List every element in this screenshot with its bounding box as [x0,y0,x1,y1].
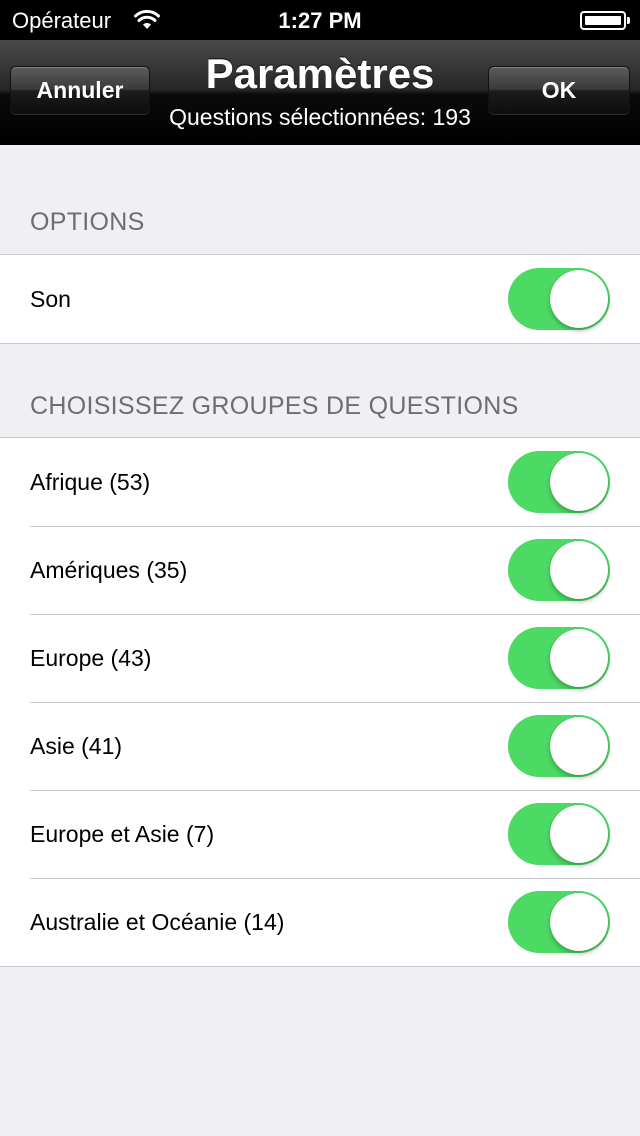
options-section-header: OPTIONS [30,208,145,236]
battery-icon [580,11,630,30]
toggle-knob [550,717,608,775]
toggle-knob [550,629,608,687]
group-label-ameriques: Amériques (35) [30,557,188,583]
toggle-australie-oceanie[interactable] [508,891,610,953]
list-item: Asie (41) [0,702,640,790]
list-item: Amériques (35) [0,526,640,614]
group-label-europe: Europe (43) [30,645,152,671]
option-row-sound: Son [0,255,640,343]
group-label-europe-asie: Europe et Asie (7) [30,821,215,847]
groups-section-header: CHOISISSEZ GROUPES DE QUESTIONS [30,392,519,420]
sound-toggle[interactable] [508,268,610,330]
list-item: Europe (43) [0,614,640,702]
options-group: Son [0,254,640,344]
question-groups-list: Afrique (53) Amériques (35) Europe (43) … [0,437,640,967]
toggle-knob [550,453,608,511]
list-item: Europe et Asie (7) [0,790,640,878]
toggle-asie[interactable] [508,715,610,777]
list-item: Afrique (53) [0,438,640,526]
toggle-europe-asie[interactable] [508,803,610,865]
toggle-knob [550,541,608,599]
toggle-europe[interactable] [508,627,610,689]
option-label: Son [30,286,71,312]
toggle-knob [550,893,608,951]
navigation-bar: Annuler Paramètres Questions sélectionné… [0,40,640,145]
status-bar: Opérateur 1:27 PM [0,0,640,40]
ok-button[interactable]: OK [488,66,630,114]
toggle-knob [550,805,608,863]
list-item: Australie et Océanie (14) [0,878,640,966]
toggle-knob [550,270,608,328]
group-label-australie-oceanie: Australie et Océanie (14) [30,909,285,935]
group-label-afrique: Afrique (53) [30,469,151,495]
group-label-asie: Asie (41) [30,733,123,759]
toggle-afrique[interactable] [508,451,610,513]
toggle-ameriques[interactable] [508,539,610,601]
clock: 1:27 PM [278,8,362,33]
